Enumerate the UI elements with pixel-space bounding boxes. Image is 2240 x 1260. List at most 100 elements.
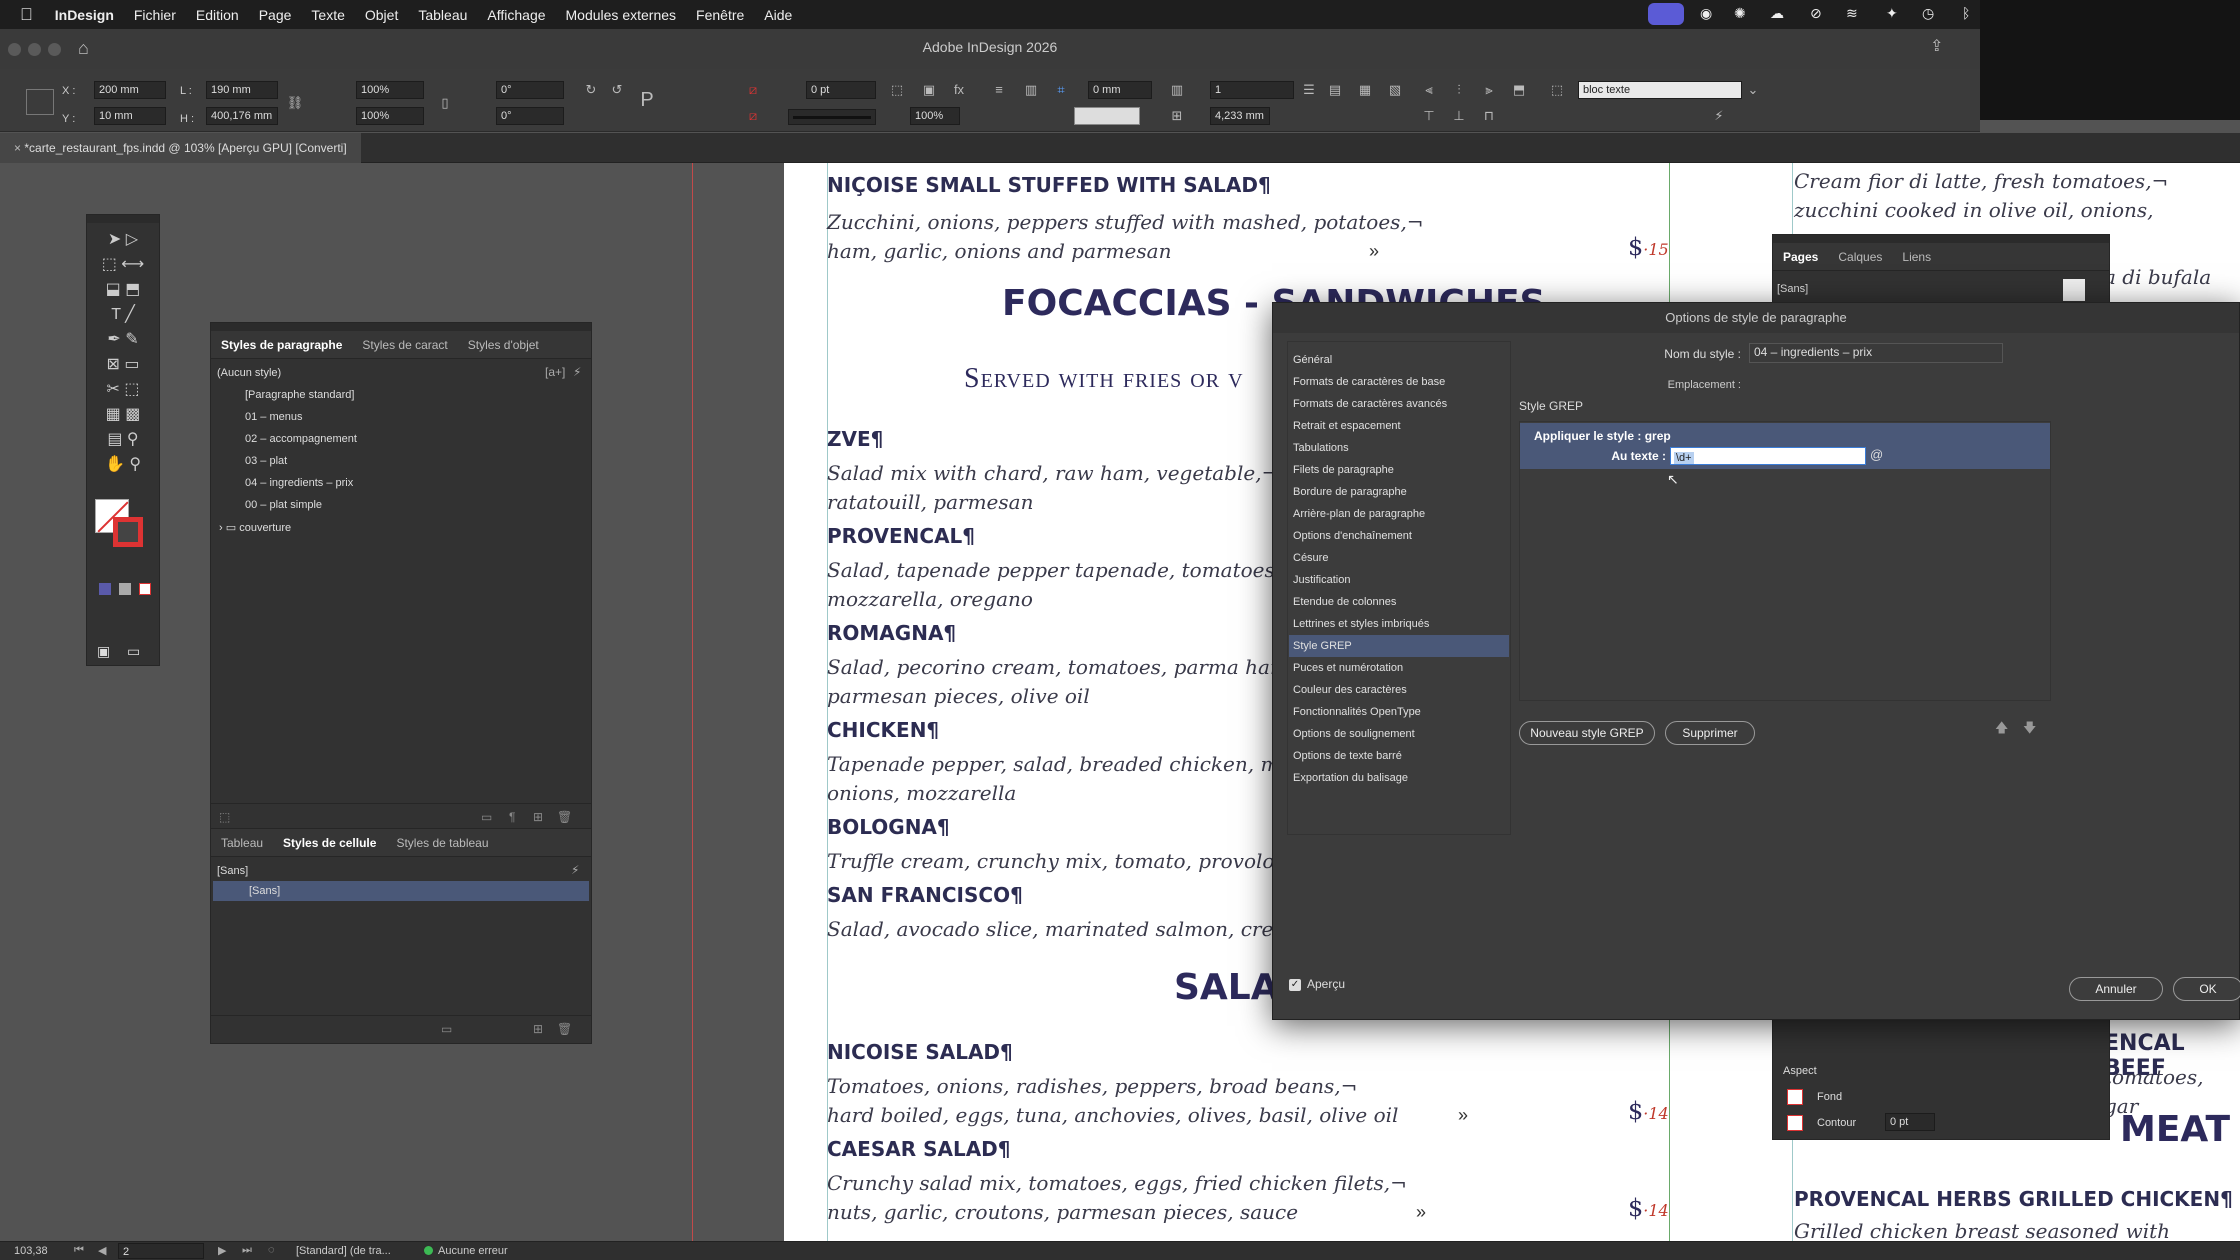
rotate-cw-icon[interactable]: ↻	[582, 81, 600, 99]
right-item-name[interactable]: PROVENCAL HERBS GRILLED CHICKEN¶	[1794, 1187, 2233, 1211]
selection-tool-icon[interactable]: ➤ ▷	[87, 227, 159, 252]
last-page-icon[interactable]: ⏭	[242, 1244, 252, 1257]
right-desc[interactable]: Grilled chicken breast seasoned with gar…	[1794, 1217, 2240, 1241]
apply-none-icon[interactable]	[139, 583, 151, 595]
stroke-swatch[interactable]	[113, 517, 143, 547]
apple-icon[interactable]: 	[0, 5, 45, 25]
menu-tableau[interactable]: Tableau	[408, 7, 477, 23]
fill-none-icon[interactable]	[1787, 1089, 1803, 1105]
y-field[interactable]: 10 mm	[94, 107, 166, 125]
delete-style-icon[interactable]: 🗑	[557, 810, 572, 824]
move-up-icon[interactable]: 🡅	[1995, 719, 2008, 741]
item-desc[interactable]: Salad, avocado slice, marinated salmon, …	[827, 915, 1347, 944]
page-thumbnail[interactable]	[2063, 279, 2085, 301]
object-style-select[interactable]: bloc texte	[1578, 81, 1742, 99]
pen-tool-icon[interactable]: ✒ ✎	[87, 327, 159, 352]
category-char-color[interactable]: Couleur des caractères	[1289, 679, 1509, 701]
menu-affichage[interactable]: Affichage	[477, 7, 555, 23]
preview-checkbox[interactable]: ✓	[1289, 979, 1301, 991]
document-tab[interactable]: × *carte_restaurant_fps.indd @ 103% [Ape…	[0, 133, 361, 163]
height-field[interactable]: 400,176 mm	[206, 107, 278, 125]
delete-style-icon[interactable]: 🗑	[557, 1022, 572, 1036]
category-hyphenation[interactable]: Césure	[1289, 547, 1509, 569]
tab-object-styles[interactable]: Styles d'objet	[458, 338, 549, 352]
preflight-icon[interactable]: ◌	[268, 1244, 275, 1256]
tab-layers[interactable]: Calques	[1828, 250, 1892, 264]
type-tool-icon[interactable]: T ╱	[87, 302, 159, 327]
wrap-2-icon[interactable]: ▦	[1356, 81, 1374, 99]
item-desc[interactable]: Crunchy salad mix, tomatoes, eggs, fried…	[827, 1169, 1407, 1198]
rectangle-frame-tool-icon[interactable]: ⊠ ▭	[87, 352, 159, 377]
rotate-ccw-icon[interactable]: ↺	[608, 81, 626, 99]
align-top-icon[interactable]: ⊤	[1420, 107, 1438, 125]
style-item[interactable]: 03 – plat	[245, 455, 287, 467]
item-name[interactable]: BOLOGNA¶	[827, 815, 950, 839]
apply-color-icon[interactable]	[99, 583, 111, 595]
item-name[interactable]: ROMAGNA¶	[827, 621, 956, 645]
share-icon[interactable]: ⇪	[1930, 29, 1943, 65]
category-grep-style[interactable]: Style GREP	[1289, 635, 1509, 657]
clear-overrides-icon[interactable]: ¶	[509, 810, 515, 824]
wrap-3-icon[interactable]: ▧	[1386, 81, 1404, 99]
preview-mode-icon[interactable]: ▭	[127, 643, 140, 660]
path-text-icon[interactable]: P	[638, 90, 656, 110]
brightness-icon[interactable]: ✺	[1734, 5, 1746, 22]
item-desc[interactable]: Tomatoes, onions, radishes, peppers, bro…	[827, 1072, 1357, 1101]
category-general[interactable]: Général	[1289, 349, 1509, 371]
style-options-icon[interactable]: ⬚	[219, 810, 230, 824]
wrap-1-icon[interactable]: ▤	[1326, 81, 1344, 99]
right-section[interactable]: MEAT	[2120, 1109, 2230, 1150]
tab-table[interactable]: Tableau	[211, 836, 273, 850]
tab-cell-styles[interactable]: Styles de cellule	[273, 836, 386, 850]
item-name[interactable]: NICOISE SALAD¶	[827, 1040, 1013, 1064]
category-bullets[interactable]: Puces et numérotation	[1289, 657, 1509, 679]
item-desc[interactable]: Zucchini, onions, peppers stuffed with m…	[827, 208, 1424, 237]
apply-gradient-icon[interactable]	[119, 583, 131, 595]
move-down-icon[interactable]: 🡇	[2023, 719, 2036, 741]
first-page-icon[interactable]: ⏮	[74, 1244, 84, 1257]
category-span-columns[interactable]: Etendue de colonnes	[1289, 591, 1509, 613]
category-border[interactable]: Bordure de paragraphe	[1289, 481, 1509, 503]
note-tool-icon[interactable]: ▤ ⚲	[87, 427, 159, 452]
item-desc[interactable]: onions, mozzarella	[827, 779, 1016, 808]
align-left-icon[interactable]: ⫷	[1420, 81, 1438, 99]
item-price[interactable]: $·14	[1628, 1194, 1669, 1222]
style-item[interactable]: [Paragraphe standard]	[245, 389, 354, 401]
preflight-errors[interactable]: Aucune erreur	[438, 1245, 508, 1257]
item-desc[interactable]: ham, garlic, onions and parmesan	[827, 237, 1171, 266]
align-middle-icon[interactable]: ⊥	[1450, 107, 1468, 125]
minimize-window-icon[interactable]	[28, 43, 41, 56]
link-proportions-icon[interactable]: ⛓	[286, 94, 304, 112]
columns-field[interactable]: 1	[1210, 81, 1294, 99]
app-menu[interactable]: InDesign	[45, 7, 124, 23]
screen-mode-icon[interactable]: ▣	[97, 643, 110, 660]
align-bottom-icon[interactable]: ⊓	[1480, 107, 1498, 125]
preflight-profile[interactable]: [Standard] (de tra...	[296, 1245, 391, 1257]
quick-apply-icon[interactable]: ⚡	[1710, 107, 1728, 125]
item-name[interactable]: NIÇOISE SMALL STUFFED WITH SALAD¶	[827, 173, 1271, 197]
menu-objet[interactable]: Objet	[355, 7, 408, 23]
clock-icon[interactable]: ◷	[1922, 5, 1934, 22]
style-item[interactable]: 02 – accompagnement	[245, 433, 357, 445]
effects-icon[interactable]: fx	[950, 81, 968, 99]
gradient-tool-icon[interactable]: ▦ ▩	[87, 402, 159, 427]
stroke-weight-field[interactable]: 0 pt	[806, 81, 876, 99]
item-name[interactable]: CAESAR SALAD¶	[827, 1137, 1011, 1161]
width-field[interactable]: 190 mm	[206, 81, 278, 99]
fill-none-icon[interactable]: ⧄	[744, 81, 762, 99]
item-price[interactable]: $·15	[1628, 233, 1669, 261]
hand-tool-icon[interactable]: ✋ ⚲	[87, 452, 159, 477]
category-underline[interactable]: Options de soulignement	[1289, 723, 1509, 745]
prev-page-icon[interactable]: ◀	[98, 1244, 106, 1257]
category-strikethrough[interactable]: Options de texte barré	[1289, 745, 1509, 767]
gutter-icon[interactable]: ⊞	[1168, 107, 1186, 125]
content-tool-icon[interactable]: ⬓ ⬒	[87, 277, 159, 302]
screen-share-icon[interactable]	[1648, 3, 1684, 25]
tab-paragraph-styles[interactable]: Styles de paragraphe	[211, 338, 352, 352]
category-rules[interactable]: Filets de paragraphe	[1289, 459, 1509, 481]
object-style-icon[interactable]: ⬚	[1548, 81, 1566, 99]
style-group[interactable]: › ▭ couverture	[219, 521, 291, 534]
mute-icon[interactable]: ⊘	[1810, 5, 1822, 22]
style-item[interactable]: 01 – menus	[245, 411, 302, 423]
item-price[interactable]: $·14	[1628, 1097, 1669, 1125]
